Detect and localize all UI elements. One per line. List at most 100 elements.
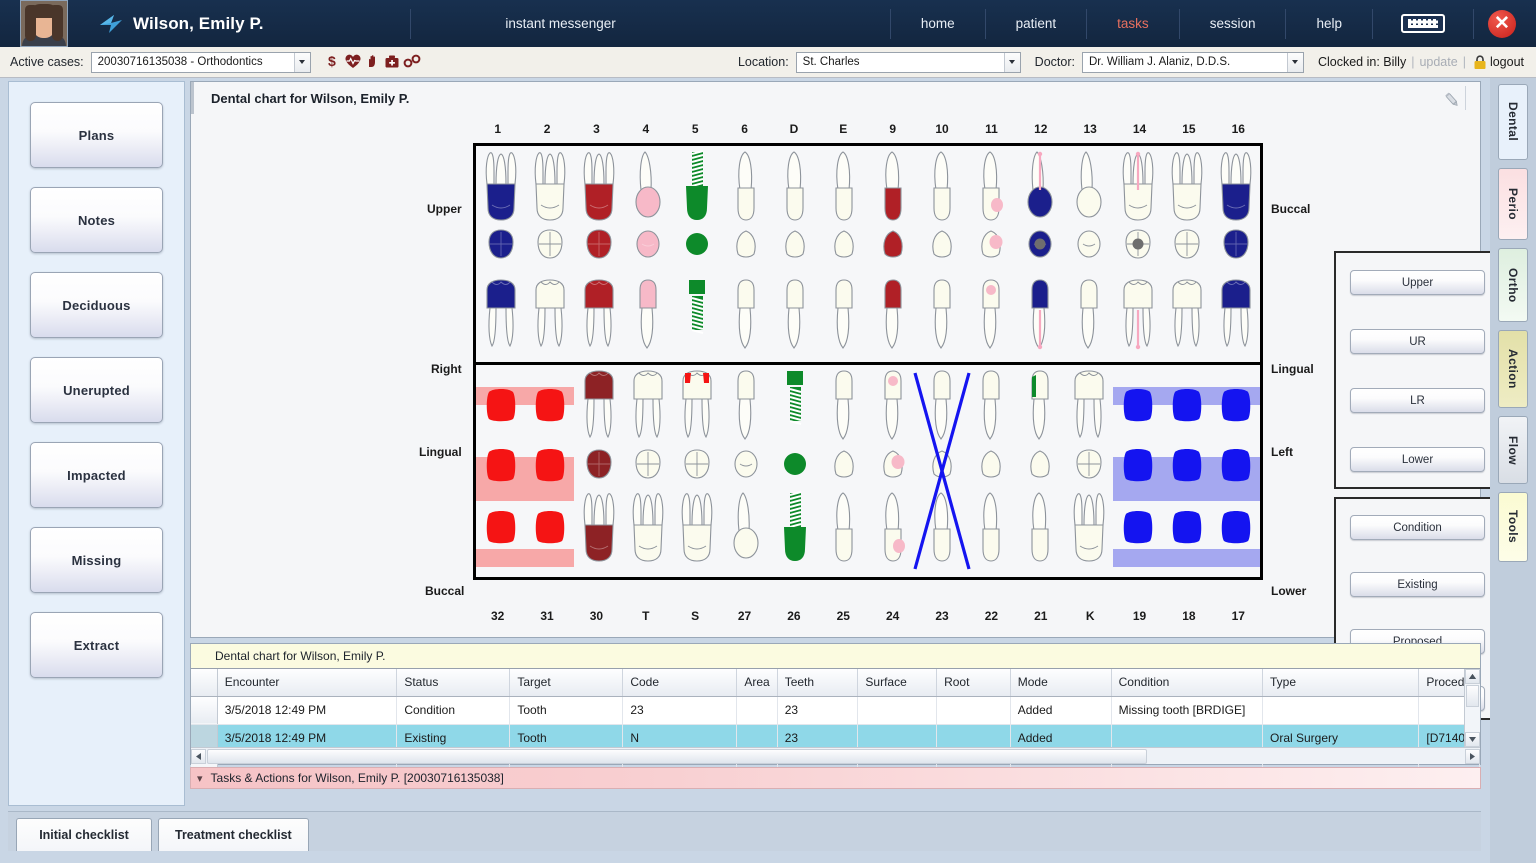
tooth-lingual-19[interactable]: [1113, 369, 1162, 441]
tooth-buccal-25[interactable]: [819, 491, 868, 563]
lower-arch[interactable]: [473, 365, 1263, 580]
sidebar-item-extract[interactable]: Extract: [30, 612, 163, 678]
tooth-buccal-21[interactable]: [1015, 491, 1064, 563]
tooth-crown-16[interactable]: [1211, 278, 1260, 350]
tooth-crown-11[interactable]: [966, 278, 1015, 350]
tooth-buccal-30[interactable]: [574, 491, 623, 563]
tooth-crown-D[interactable]: [770, 278, 819, 350]
link-icon[interactable]: [403, 53, 421, 72]
tooth-root-3[interactable]: [574, 150, 623, 222]
tooth-lingual-K[interactable]: [1064, 369, 1113, 441]
sidebar-item-impacted[interactable]: Impacted: [30, 442, 163, 508]
tooth-lingual-30[interactable]: [574, 369, 623, 441]
col-target[interactable]: Target: [509, 669, 624, 697]
tooth-root-D[interactable]: [770, 150, 819, 222]
tooth-occlusal-5[interactable]: [672, 228, 721, 262]
grid-horizontal-scrollbar[interactable]: [191, 747, 1480, 764]
tooth-occlusal-S[interactable]: [672, 445, 721, 485]
tooth-lingual-26[interactable]: [770, 369, 819, 441]
btn-condition[interactable]: Condition: [1350, 515, 1485, 540]
nav-home[interactable]: home: [891, 16, 985, 31]
tooth-occlusal-15[interactable]: [1162, 228, 1211, 262]
pencil-icon[interactable]: [1442, 90, 1462, 110]
scroll-up-icon[interactable]: [1465, 669, 1480, 684]
scroll-left-icon[interactable]: [191, 748, 206, 764]
tooth-crown-3[interactable]: [574, 278, 623, 350]
tooth-root-11[interactable]: [966, 150, 1015, 222]
tooth-lingual-21[interactable]: [1015, 369, 1064, 441]
col-type[interactable]: Type: [1262, 669, 1420, 697]
tab-perio[interactable]: Perio: [1498, 168, 1528, 240]
tooth-lingual-25[interactable]: [819, 369, 868, 441]
tooth-crown-10[interactable]: [917, 278, 966, 350]
tooth-occlusal-4[interactable]: [623, 228, 672, 262]
tooth-buccal-22[interactable]: [966, 491, 1015, 563]
tooth-buccal-31[interactable]: [525, 491, 574, 563]
tooth-occlusal-14[interactable]: [1113, 228, 1162, 262]
tooth-occlusal-6[interactable]: [721, 228, 770, 262]
tooth-occlusal-11[interactable]: [966, 228, 1015, 262]
tab-ortho[interactable]: Ortho: [1498, 248, 1528, 322]
btn-ur[interactable]: UR: [1350, 329, 1485, 354]
tooth-occlusal-18[interactable]: [1162, 445, 1211, 485]
tooth-root-14[interactable]: [1113, 150, 1162, 222]
tooth-lingual-22[interactable]: [966, 369, 1015, 441]
tooth-occlusal-22[interactable]: [966, 445, 1015, 485]
nav-tasks[interactable]: tasks: [1087, 16, 1179, 31]
col-area[interactable]: Area: [736, 669, 778, 697]
col-surface[interactable]: Surface: [857, 669, 938, 697]
tooth-root-13[interactable]: [1064, 150, 1113, 222]
location-select[interactable]: St. Charles: [795, 51, 1021, 73]
col-status[interactable]: Status: [396, 669, 511, 697]
tooth-occlusal-16[interactable]: [1211, 228, 1260, 262]
tab-tools[interactable]: Tools: [1498, 492, 1528, 562]
tooth-root-5[interactable]: [672, 150, 721, 222]
tooth-root-1[interactable]: [476, 150, 525, 222]
btn-lower[interactable]: Lower: [1350, 447, 1485, 472]
tooth-occlusal-12[interactable]: [1015, 228, 1064, 262]
tooth-buccal-K[interactable]: [1064, 491, 1113, 563]
doctor-select[interactable]: Dr. William J. Alaniz, D.D.S.: [1081, 51, 1304, 73]
tooth-crown-15[interactable]: [1162, 278, 1211, 350]
tooth-lingual-32[interactable]: [476, 369, 525, 441]
tooth-crown-5[interactable]: [672, 278, 721, 350]
tab-dental[interactable]: Dental: [1498, 84, 1528, 160]
tooth-root-15[interactable]: [1162, 150, 1211, 222]
tooth-buccal-19[interactable]: [1113, 491, 1162, 563]
tooth-crown-13[interactable]: [1064, 278, 1113, 350]
tooth-lingual-24[interactable]: [868, 369, 917, 441]
tooth-crown-9[interactable]: [868, 278, 917, 350]
chevron-down-icon[interactable]: [293, 52, 310, 72]
tooth-lingual-18[interactable]: [1162, 369, 1211, 441]
scroll-thumb[interactable]: [207, 748, 1147, 764]
col-root[interactable]: Root: [936, 669, 1011, 697]
tab-action[interactable]: Action: [1498, 330, 1528, 408]
tooth-occlusal-10[interactable]: [917, 228, 966, 262]
col-mode[interactable]: Mode: [1010, 669, 1112, 697]
tooth-buccal-26[interactable]: [770, 491, 819, 563]
tooth-occlusal-30[interactable]: [574, 445, 623, 485]
tooth-occlusal-K[interactable]: [1064, 445, 1113, 485]
table-row[interactable]: 3/5/2018 12:49 PM Condition Tooth 23 23 …: [191, 696, 1480, 725]
tooth-buccal-S[interactable]: [672, 491, 721, 563]
tooth-root-12[interactable]: [1015, 150, 1064, 222]
tooth-lingual-27[interactable]: [721, 369, 770, 441]
tooth-root-6[interactable]: [721, 150, 770, 222]
col-condition[interactable]: Condition: [1111, 669, 1263, 697]
sidebar-item-unerupted[interactable]: Unerupted: [30, 357, 163, 423]
tooth-occlusal-1[interactable]: [476, 228, 525, 262]
btn-lr[interactable]: LR: [1350, 388, 1485, 413]
col-teeth[interactable]: Teeth: [777, 669, 859, 697]
active-case-select[interactable]: 20030716135038 - Orthodontics: [90, 51, 311, 73]
grid-vertical-scrollbar[interactable]: [1464, 669, 1480, 747]
tooth-occlusal-17[interactable]: [1211, 445, 1260, 485]
tooth-crown-14[interactable]: [1113, 278, 1162, 350]
tooth-occlusal-E[interactable]: [819, 228, 868, 262]
tab-flow[interactable]: Flow: [1498, 416, 1528, 484]
tooth-occlusal-T[interactable]: [623, 445, 672, 485]
col-code[interactable]: Code: [622, 669, 738, 697]
tooth-occlusal-19[interactable]: [1113, 445, 1162, 485]
chevron-down-icon[interactable]: ▾: [197, 772, 203, 785]
tab-initial-checklist[interactable]: Initial checklist: [16, 818, 152, 851]
sidebar-item-plans[interactable]: Plans: [30, 102, 163, 168]
